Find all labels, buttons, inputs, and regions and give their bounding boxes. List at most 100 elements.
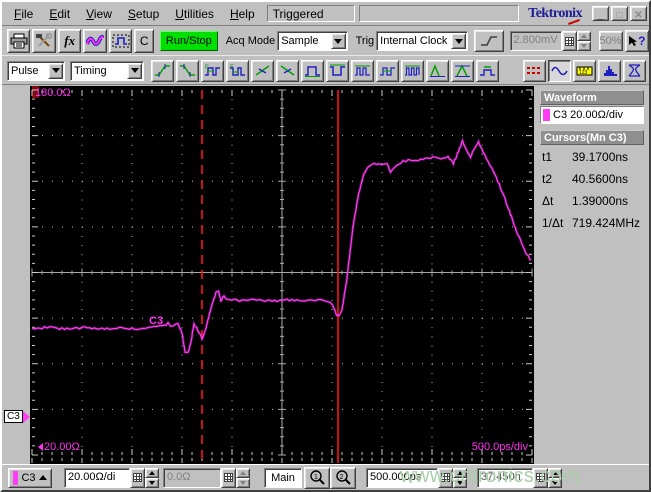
- waveform-graticule[interactable]: 180.0Ω 20.00Ω 500.0ps/div C3: [30, 86, 534, 464]
- print-button[interactable]: [7, 29, 31, 53]
- menu-help[interactable]: Help: [222, 5, 263, 23]
- measure-neg-pulse-button[interactable]: [326, 59, 349, 82]
- chevron-down-icon[interactable]: [330, 33, 346, 49]
- chevron-down-icon[interactable]: [48, 62, 63, 79]
- c-label: C: [139, 34, 149, 48]
- magnifier-1-icon: 1: [310, 469, 325, 485]
- menu-utilities[interactable]: Utilities: [167, 5, 222, 23]
- measure-fall-time-button[interactable]: [176, 59, 199, 82]
- context-help-button[interactable]: ?: [624, 30, 649, 52]
- chevron-down-icon[interactable]: [451, 33, 467, 49]
- measure-period-button[interactable]: [376, 59, 399, 82]
- trigger-level-stepper[interactable]: [576, 31, 591, 51]
- readout-panel: Waveform C3 20.00Ω/div Cursors(Mn C3) t1…: [538, 86, 648, 463]
- trigger-slope-button[interactable]: [474, 30, 504, 52]
- acq-mode-value: Sample: [281, 35, 319, 47]
- channel-position-marker[interactable]: C3: [4, 410, 30, 423]
- waveform-display-icon: [551, 66, 568, 76]
- trigger-status-field: Triggered: [266, 5, 355, 22]
- trace-color-swatch: [543, 109, 550, 121]
- spin-down-icon[interactable]: [145, 477, 159, 488]
- run-stop-button[interactable]: Run/Stop: [160, 31, 218, 51]
- measure-cross-up-button[interactable]: [251, 59, 274, 82]
- keypad-icon[interactable]: [130, 467, 145, 488]
- close-icon: ✕: [634, 10, 643, 21]
- measure-pos-width-button[interactable]: F: [201, 59, 224, 82]
- setup-tools-button[interactable]: [32, 29, 56, 53]
- svg-text:2: 2: [340, 474, 344, 481]
- frequency-icon: [405, 65, 420, 76]
- histogram-button[interactable]: [598, 59, 621, 82]
- pulse-select-button[interactable]: [108, 29, 133, 53]
- app-window: File Edit View Setup Utilities Help Trig…: [0, 0, 651, 492]
- close-button[interactable]: ✕: [630, 6, 647, 21]
- set-level-50pct-button[interactable]: 50%: [598, 31, 623, 51]
- channel-marker-label: C3: [4, 410, 23, 423]
- spin-down-icon[interactable]: [576, 41, 591, 51]
- c-acquisition-button[interactable]: C: [134, 29, 154, 53]
- cursor-readout-t1: t1 39.1700ns: [542, 150, 629, 164]
- tektronix-logo: Tektronix: [528, 5, 582, 21]
- menu-bar: File Edit View Setup Utilities Help Trig…: [2, 2, 649, 26]
- measurement-readout-button[interactable]: 123: [573, 59, 596, 82]
- restore-button[interactable]: □: [611, 6, 628, 21]
- spin-up-icon[interactable]: [236, 467, 250, 478]
- measure-burst-button[interactable]: [351, 59, 374, 82]
- spin-down-icon[interactable]: [236, 477, 250, 488]
- minimize-button[interactable]: _: [592, 6, 609, 21]
- vertical-scale-value[interactable]: 20.00Ω/di: [64, 467, 130, 488]
- amplitude-peak-icon: [455, 64, 470, 77]
- waveform-panel-header: Waveform: [540, 90, 644, 105]
- vertical-scale-spinner[interactable]: 20.00Ω/di: [64, 467, 159, 488]
- menu-edit[interactable]: Edit: [41, 5, 78, 23]
- negative-pulse-icon: [330, 64, 345, 76]
- graticule-and-trace[interactable]: [30, 86, 534, 464]
- menu-setup[interactable]: Setup: [120, 5, 167, 23]
- main-timebase-button[interactable]: Main: [264, 467, 302, 488]
- trig-label: Trig: [355, 35, 375, 47]
- eye-diagram-button[interactable]: [623, 59, 646, 82]
- channel-color-bar: [13, 470, 19, 485]
- menu-file[interactable]: File: [6, 5, 41, 23]
- cursors-button[interactable]: [523, 59, 546, 82]
- measure-rise-time-button[interactable]: [151, 59, 174, 82]
- trig-source-select[interactable]: Internal Clock: [376, 31, 469, 51]
- svg-text:123: 123: [579, 70, 588, 76]
- waveform-display-button[interactable]: [548, 59, 571, 82]
- magnifier-1-button[interactable]: 1: [304, 466, 330, 489]
- measure-pos-peak-button[interactable]: [426, 59, 449, 82]
- channel-scale-row[interactable]: C3 20.00Ω/div: [540, 106, 644, 124]
- hammer-wrench-icon: [36, 33, 53, 47]
- restore-icon: □: [616, 10, 623, 21]
- measure-pos-pulse-button[interactable]: [301, 59, 324, 82]
- spin-up-icon[interactable]: [576, 31, 591, 41]
- channel-scale-text: C3 20.00Ω/div: [553, 109, 623, 121]
- math-formula-button[interactable]: fx: [57, 29, 82, 53]
- trigger-level-spinner[interactable]: 2.800mV: [509, 31, 591, 52]
- chevron-down-icon[interactable]: [127, 62, 142, 79]
- measure-group-select[interactable]: Timing: [70, 60, 144, 81]
- rise-time-icon: [155, 64, 170, 77]
- keypad-icon[interactable]: [221, 467, 236, 488]
- channel-select-button[interactable]: C3: [8, 467, 52, 488]
- waveform-color-button[interactable]: [83, 29, 107, 53]
- measure-settle-button[interactable]: [476, 59, 499, 82]
- chevron-up-icon: [38, 475, 47, 480]
- measure-amplitude-button[interactable]: [451, 59, 474, 82]
- timebase-label: 500.0ps/div: [471, 441, 528, 453]
- measure-cross-down-button[interactable]: [276, 59, 299, 82]
- keypad-icon[interactable]: [561, 31, 577, 51]
- measure-frequency-button[interactable]: [401, 59, 424, 82]
- cursor-readout-t2: t2 40.5600ns: [542, 172, 629, 186]
- vertical-offset-stepper[interactable]: [236, 467, 250, 488]
- magnifier-2-button[interactable]: 2: [330, 466, 356, 489]
- acq-mode-select[interactable]: Sample: [277, 31, 348, 51]
- spin-up-icon[interactable]: [145, 467, 159, 478]
- color-waveform-icon: [86, 35, 105, 46]
- measure-category-select[interactable]: Pulse: [7, 60, 65, 81]
- vertical-offset-spinner[interactable]: 0.0Ω: [163, 467, 250, 488]
- measure-neg-width-button[interactable]: F: [226, 59, 249, 82]
- menu-view[interactable]: View: [78, 5, 120, 23]
- vertical-scale-stepper[interactable]: [145, 467, 159, 488]
- measure-ruler-icon: 123: [576, 66, 593, 76]
